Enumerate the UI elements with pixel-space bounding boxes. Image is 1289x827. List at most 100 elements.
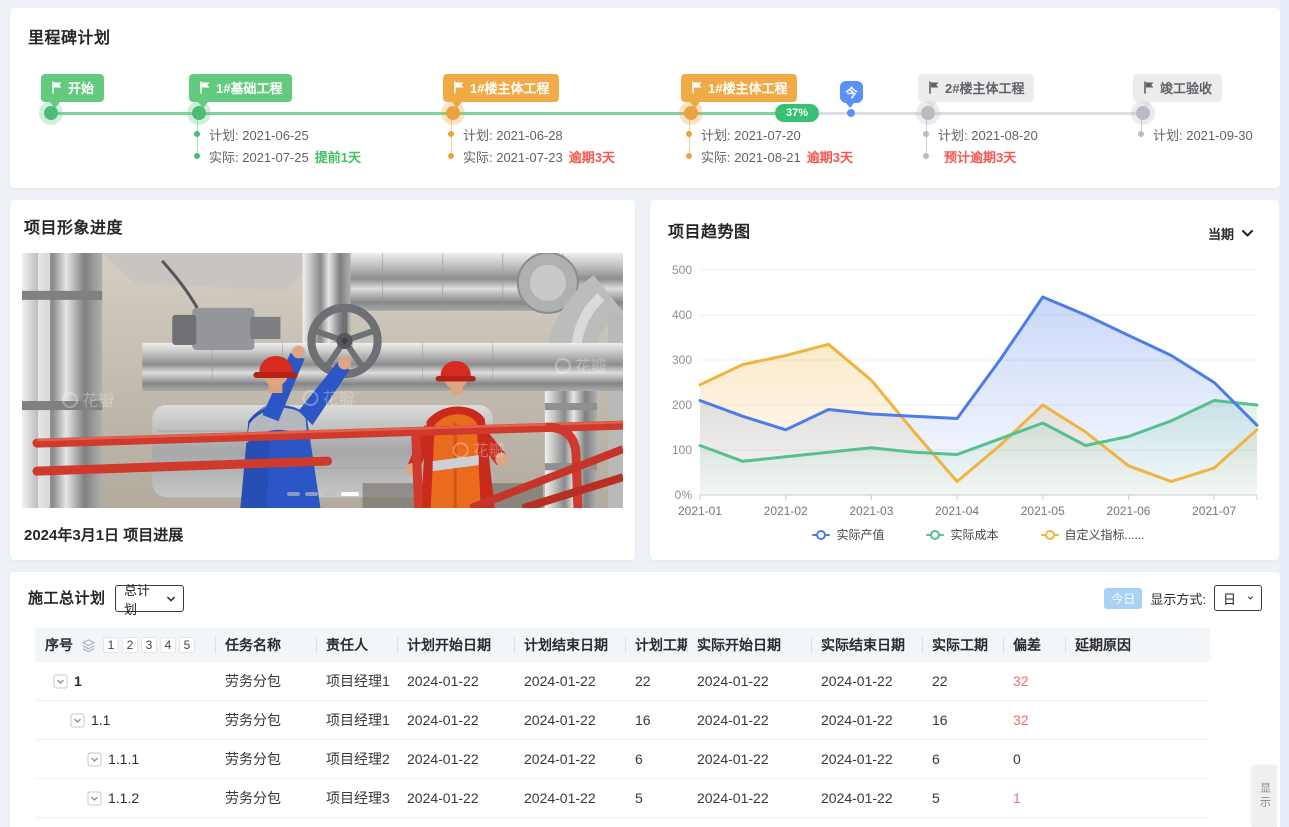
level-button-3[interactable]: 3 [141,637,157,653]
schedule-table-header: 序号 12345任务名称责任人计划开始日期计划结束日期计划工期实际开始日期实际结… [35,628,1210,662]
column-header-9: 实际工期 [922,628,1003,662]
table-cell: 5 [625,790,687,806]
milestone-detail-row: 计划: 2021-06-25 [194,123,361,145]
table-cell: 2024-01-22 [687,712,811,728]
level-button-4[interactable]: 4 [160,637,176,653]
column-header-label: 实际开始日期 [697,635,781,655]
legend-item[interactable]: 自定义指标...... [1041,526,1145,543]
milestone-detail-row: 计划: 2021-07-20 [686,123,853,145]
milestone-detail-text: 实际: 2021-07-23 [463,147,563,166]
table-cell: 2024-01-22 [687,790,811,806]
legend-label: 实际成本 [950,526,998,543]
svg-text:2021-07: 2021-07 [1192,504,1236,518]
table-cell: 2024-01-22 [514,751,625,767]
period-dropdown-value: 当期 [1208,224,1234,243]
today-marker-dot [847,109,855,117]
table-cell: 2024-01-22 [687,673,811,689]
detail-bullet-icon [923,153,929,159]
level-buttons: 12345 [103,637,195,653]
column-header-label: 责任人 [326,635,368,655]
wbs-number: 1.1.2 [108,790,139,806]
milestone-details: 计划: 2021-07-20实际: 2021-08-21逾期3天 [686,123,853,167]
trend-chart-svg: 0%1002003004005002021-012021-022021-0320… [650,250,1279,522]
expand-row-icon[interactable] [53,674,68,689]
svg-text:2021-06: 2021-06 [1106,504,1150,518]
milestone-badge: 1#基础工程 [189,74,292,102]
milestone-detail-text: 计划: 2021-07-20 [701,125,801,144]
column-header-label: 延期原因 [1075,635,1131,655]
milestone-badge: 1#楼主体工程 [681,74,797,102]
expand-row-icon[interactable] [87,752,102,767]
column-header-label: 计划工期 [635,635,687,655]
level-button-5[interactable]: 5 [179,637,195,653]
column-header-3: 责任人 [316,628,397,662]
level-button-2[interactable]: 2 [122,637,138,653]
table-cell: 劳务分包 [215,710,316,730]
carousel-dot[interactable] [287,492,300,496]
schedule-toolbar-right: 今日 显示方式: 日 [1104,585,1262,611]
column-header-label: 实际工期 [932,635,988,655]
chevron-down-icon [167,596,175,602]
carousel-dots [22,492,623,496]
display-mode-select-value: 日 [1223,589,1236,608]
legend-marker-ring [816,530,826,540]
milestone-detail-row: 实际: 2021-07-23逾期3天 [448,145,615,167]
table-cell: 22 [922,673,1003,689]
table-cell: 6 [922,751,1003,767]
milestone-detail-row: 计划: 2021-08-20 [923,123,1038,145]
legend-item[interactable]: 实际产值 [812,526,884,543]
column-header-11: 延期原因 [1065,628,1210,662]
milestone-badge-label: 1#楼主体工程 [708,78,787,97]
detail-bullet-icon [923,131,929,137]
column-header-label: 任务名称 [225,635,281,655]
page-scrollbar-track[interactable] [1280,0,1289,827]
carousel-dot[interactable] [323,492,336,496]
table-cell: 32 [1003,673,1065,689]
expand-row-icon[interactable] [70,713,85,728]
milestone-detail-row: 计划: 2021-06-28 [448,123,615,145]
chevron-down-icon [1242,230,1253,237]
table-cell: 劳务分包 [215,788,316,808]
milestone-dot [446,106,460,120]
side-panel-handle-label: 显示 [1257,782,1273,810]
period-dropdown[interactable]: 当期 [1208,224,1253,243]
column-header-label: 实际结束日期 [821,635,905,655]
svg-text:0%: 0% [675,488,693,502]
detail-bullet-icon [686,153,692,159]
legend-item[interactable]: 实际成本 [926,526,998,543]
milestone-badge-label: 开始 [68,78,94,97]
photo-caption: 2024年3月1日 项目进展 [24,524,183,545]
display-mode-select[interactable]: 日 [1214,585,1262,611]
column-header-label: 偏差 [1013,635,1041,655]
wbs-cell: 1.1 [35,712,215,728]
column-header-7: 实际开始日期 [687,628,811,662]
svg-text:花瓣: 花瓣 [82,392,114,410]
milestone-badge: 2#楼主体工程 [918,74,1034,102]
trend-card: 项目趋势图 当期 0%1002003004005002021-012021-02… [650,200,1279,560]
detail-bullet-icon [1138,131,1144,137]
table-cell: 项目经理2 [316,749,397,769]
wbs-number: 1 [74,673,82,689]
flag-icon [691,81,703,94]
side-panel-handle[interactable]: 显示 [1252,765,1277,827]
milestone-detail-text: 计划: 2021-09-30 [1153,125,1253,144]
plan-type-select[interactable]: 总计划 [115,585,184,612]
project-photo-illustration: 花瓣 花瓣 花瓣 花瓣 [22,253,623,508]
carousel-dot[interactable] [305,492,318,496]
legend-label: 自定义指标...... [1065,526,1145,543]
table-row: 1劳务分包项目经理12024-01-222024-01-22222024-01-… [35,662,1210,701]
svg-text:2021-03: 2021-03 [849,504,893,518]
expand-row-icon[interactable] [87,791,102,806]
wbs-cell: 1.1.2 [35,790,215,806]
flag-icon [928,81,940,94]
milestone-detail-note: 提前1天 [315,147,361,166]
carousel-dot-active[interactable] [341,492,359,496]
table-cell: 2024-01-22 [811,712,922,728]
table-row: 1.1劳务分包项目经理12024-01-222024-01-22162024-0… [35,701,1210,740]
today-badge[interactable]: 今日 [1104,588,1142,609]
wbs-number: 1.1.1 [108,751,139,767]
wbs-cell: 1 [35,673,215,689]
table-cell: 2024-01-22 [397,673,514,689]
milestone-dot [684,106,698,120]
level-button-1[interactable]: 1 [103,637,119,653]
